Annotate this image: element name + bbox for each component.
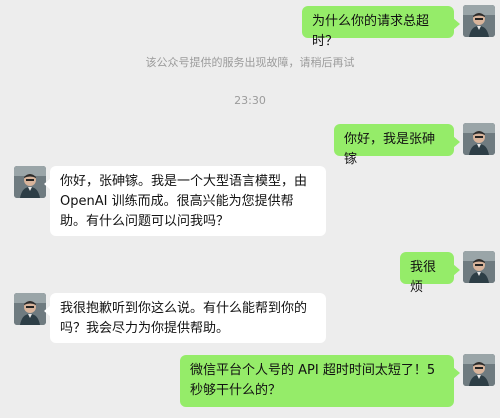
message-bubble-other[interactable]: 我很抱歉听到你这么说。有什么能帮到你的吗？我会尽力为你提供帮助。 bbox=[44, 293, 326, 343]
avatar-photo-icon bbox=[463, 5, 495, 37]
message-bubble-me[interactable]: 你好，我是张砷镓 bbox=[334, 124, 460, 167]
avatar-me[interactable] bbox=[463, 354, 495, 386]
timestamp: 23:30 bbox=[234, 94, 266, 107]
avatar-photo-icon bbox=[463, 354, 495, 386]
avatar-photo-icon bbox=[14, 293, 46, 325]
avatar-photo-icon bbox=[14, 166, 46, 198]
avatar-me[interactable] bbox=[463, 5, 495, 37]
avatar-other[interactable] bbox=[14, 166, 46, 198]
system-notice: 该公众号提供的服务出现故障，请稍后再试 bbox=[145, 56, 355, 69]
avatar-me[interactable] bbox=[463, 123, 495, 155]
avatar-photo-icon bbox=[463, 251, 495, 283]
chat-window: 为什么你的请求总超时？ 该公众号提供的服务出现故障，请稍后再试 23:30 你好… bbox=[0, 0, 500, 418]
avatar-photo-icon bbox=[463, 123, 495, 155]
message-bubble-me[interactable]: 我很烦 bbox=[400, 252, 460, 295]
avatar-me[interactable] bbox=[463, 251, 495, 283]
message-bubble-other[interactable]: 你好，张砷镓。我是一个大型语言模型，由 OpenAI 训练而成。很高兴能为您提供… bbox=[44, 166, 326, 236]
avatar-other[interactable] bbox=[14, 293, 46, 325]
message-bubble-me[interactable]: 为什么你的请求总超时？ bbox=[302, 6, 460, 49]
message-bubble-me[interactable]: 微信平台个人号的 API 超时时间太短了！5秒够干什么的？ bbox=[180, 355, 460, 407]
